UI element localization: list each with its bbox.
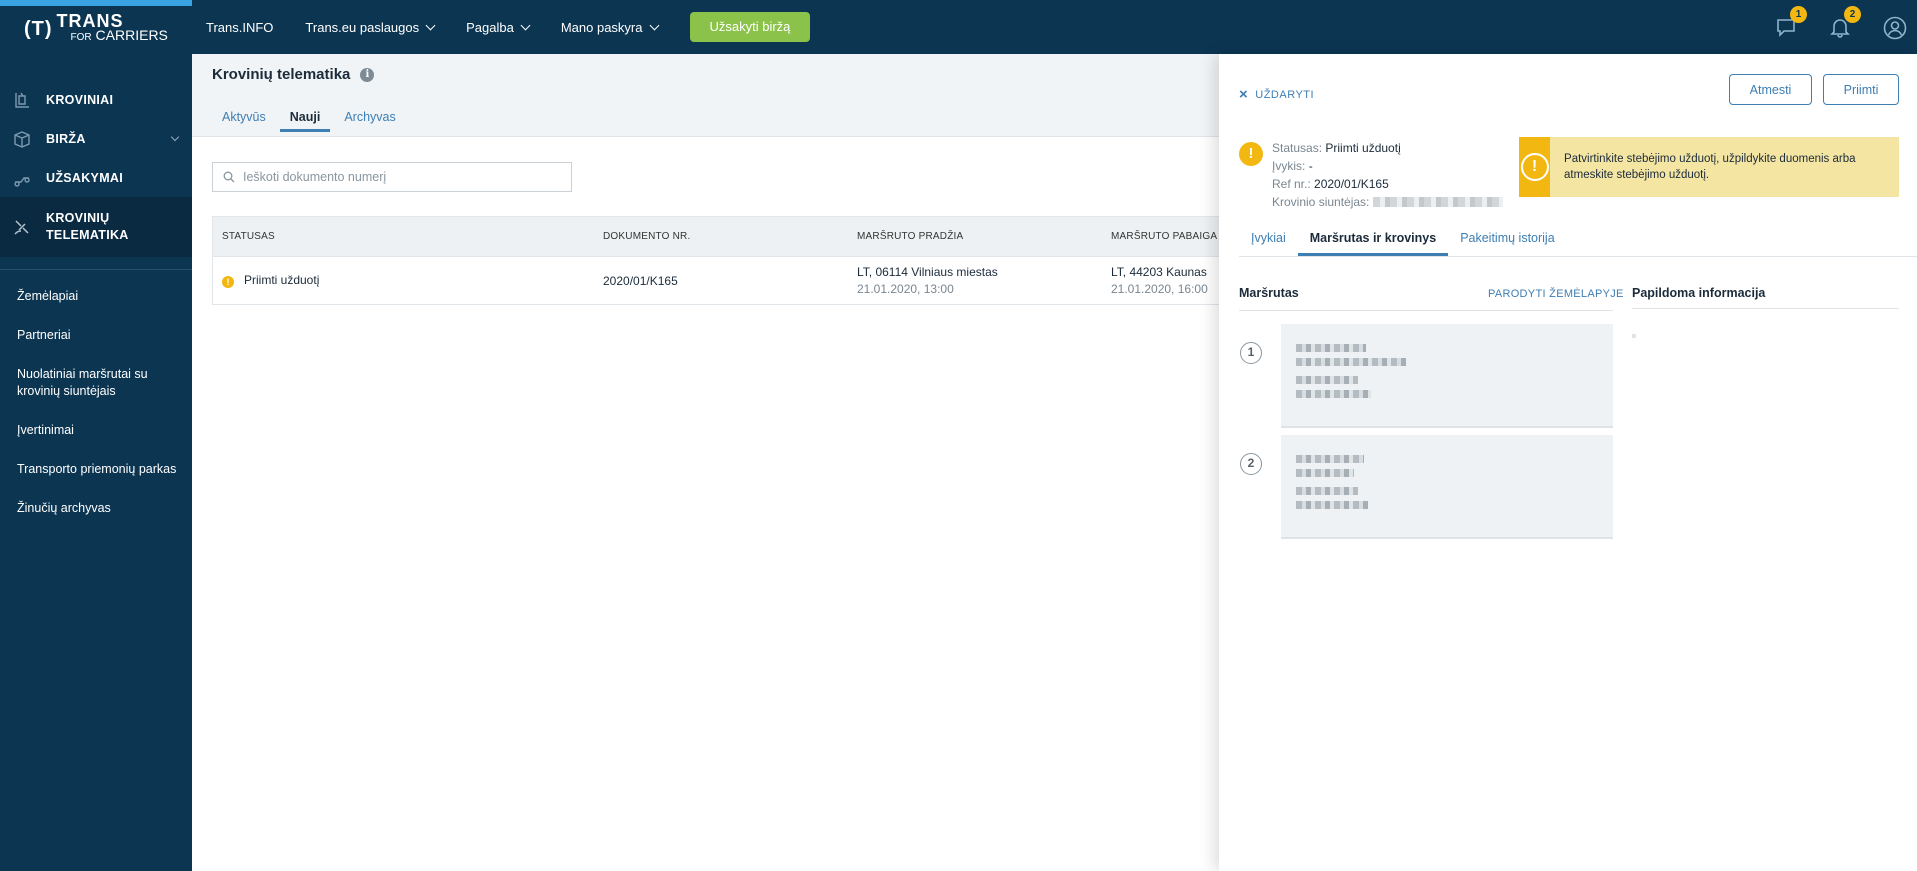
sidebar-sub-nav: Žemėlapiai Partneriai Nuolatiniai maršru… [0,288,192,517]
sidebar: KROVINIAI BIRŽA UŽSAKYMAI KROVINIŲ TELEM… [0,54,192,871]
messages-button[interactable]: 1 [1775,6,1807,38]
panel-tabs: Įvykiai Maršrutas ir krovinys Pakeitimų … [1239,231,1917,257]
tab-new[interactable]: Nauji [279,110,331,132]
logo[interactable]: (T) TRANS FOR CARRIERS [24,11,168,45]
sidebar-item-ratings[interactable]: Įvertinimai [0,422,192,439]
logo-line1: TRANS [56,11,124,31]
redacted-text [1296,469,1354,477]
nav-trans-eu-services[interactable]: Trans.eu paslaugos [305,20,436,35]
detail-panel: × UŽDARYTI Atmesti Priimti ! Statusas: P… [1219,54,1917,871]
alert-icon: ! [1520,153,1549,181]
cell-status: ! Priimti užduotį [213,273,603,288]
cell-document: 2020/01/K165 [603,273,678,288]
column-header-status[interactable]: STATUSAS [213,231,603,242]
accept-button[interactable]: Priimti [1823,74,1899,105]
logo-badge: (T) [24,18,53,40]
sidebar-item-orders[interactable]: UŽSAKYMAI [0,158,192,197]
additional-info-heading: Papildoma informacija [1632,286,1899,309]
warning-icon: ! [222,276,234,288]
redacted-text [1296,390,1371,398]
nav-my-account[interactable]: Mano paskyra [561,20,659,35]
redacted-text [1296,455,1364,463]
nav-trans-info[interactable]: Trans.INFO [206,20,273,35]
nav-help[interactable]: Pagalba [466,20,531,35]
stop-number: 1 [1240,342,1262,364]
logo-line2-small: FOR [70,32,92,43]
messages-count-badge: 1 [1790,6,1807,23]
sidebar-item-message-archive[interactable]: Žinučių archyvas [0,500,192,517]
search-icon [223,171,235,183]
tab-change-history[interactable]: Pakeitimų istorija [1448,231,1566,256]
confirm-alert: ! Patvirtinkite stebėjimo užduotį, užpil… [1519,137,1899,197]
route-heading: Maršrutas [1239,286,1299,300]
cargo-icon [15,92,29,108]
ref-value: 2020/01/K165 [1314,177,1389,191]
sidebar-item-cargo-telematics[interactable]: KROVINIŲ TELEMATIKA [0,197,192,257]
sidebar-item-cargo[interactable]: KROVINIAI [0,80,192,119]
notifications-button[interactable]: 2 [1829,6,1861,38]
top-nav: Trans.INFO Trans.eu paslaugos Pagalba Ma… [206,0,811,54]
profile-button[interactable] [1883,16,1907,40]
sidebar-item-fleet[interactable]: Transporto priemonių parkas [0,461,192,478]
chevron-down-icon [649,20,659,30]
tab-active[interactable]: Aktyvūs [212,110,276,132]
close-button[interactable]: × UŽDARYTI [1239,86,1314,103]
sidebar-divider [0,269,192,270]
column-header-route-start[interactable]: MARŠRUTO PRADŽIA [857,231,1111,242]
redacted-text [1296,344,1366,352]
redacted-text [1296,358,1406,366]
user-avatar-icon [1883,16,1907,40]
sidebar-item-partners[interactable]: Partneriai [0,327,192,344]
route-stop-card[interactable] [1281,435,1613,539]
sidebar-item-exchange[interactable]: BIRŽA [0,119,192,158]
reject-button[interactable]: Atmesti [1729,74,1812,105]
redacted-text [1296,501,1368,509]
event-value: - [1308,159,1313,173]
warning-icon: ! [1239,142,1263,166]
main-tabs: Aktyvūs Nauji Archyvas [212,110,410,132]
search-input[interactable] [243,170,563,184]
status-value: Priimti užduotį [1325,141,1401,155]
close-icon: × [1239,86,1249,103]
cell-route-start: LT, 06114 Vilniaus miestas 21.01.2020, 13… [857,265,998,296]
sidebar-main-nav: KROVINIAI BIRŽA UŽSAKYMAI KROVINIŲ TELEM… [0,54,192,257]
route-stop-card[interactable] [1281,324,1613,428]
chevron-down-icon [520,20,531,30]
chevron-down-icon [170,132,180,142]
sidebar-item-permanent-routes[interactable]: Nuolatiniai maršrutai su krovinių siuntė… [0,366,150,400]
notifications-count-badge: 2 [1844,6,1861,23]
page-title: Krovinių telematika i [212,66,375,83]
sender-value-redacted [1372,197,1503,207]
top-accent-stripe [0,0,192,6]
orders-icon [14,176,30,187]
task-meta: Statusas: Priimti užduotį Įvykis: - Ref … [1272,139,1503,211]
tab-events[interactable]: Įvykiai [1239,231,1298,256]
stop-number: 2 [1240,453,1262,475]
info-icon[interactable]: i [360,67,375,82]
top-bar: (T) TRANS FOR CARRIERS Trans.INFO Trans.… [0,0,1917,54]
column-header-document[interactable]: DOKUMENTO NR. [603,231,857,242]
logo-line2: CARRIERS [95,27,168,43]
redacted-text [1296,376,1358,384]
document-search[interactable] [212,162,572,192]
tab-route-and-cargo[interactable]: Maršrutas ir krovinys [1297,231,1449,256]
satellite-icon [14,220,29,235]
additional-info-placeholder [1632,334,1636,338]
order-exchange-button[interactable]: Užsakyti biržą [689,12,811,42]
box-icon [14,130,30,148]
route-divider [1239,310,1613,311]
top-icons: 1 2 [1775,0,1917,54]
alert-text: Patvirtinkite stebėjimo užduotį, užpildy… [1564,153,1856,181]
tab-archive[interactable]: Archyvas [334,110,405,132]
chevron-down-icon [425,20,436,30]
sidebar-item-maps[interactable]: Žemėlapiai [0,288,192,305]
show-on-map-link[interactable]: PARODYTI ŽEMĖLAPYJE [1488,288,1624,300]
redacted-text [1296,487,1358,495]
